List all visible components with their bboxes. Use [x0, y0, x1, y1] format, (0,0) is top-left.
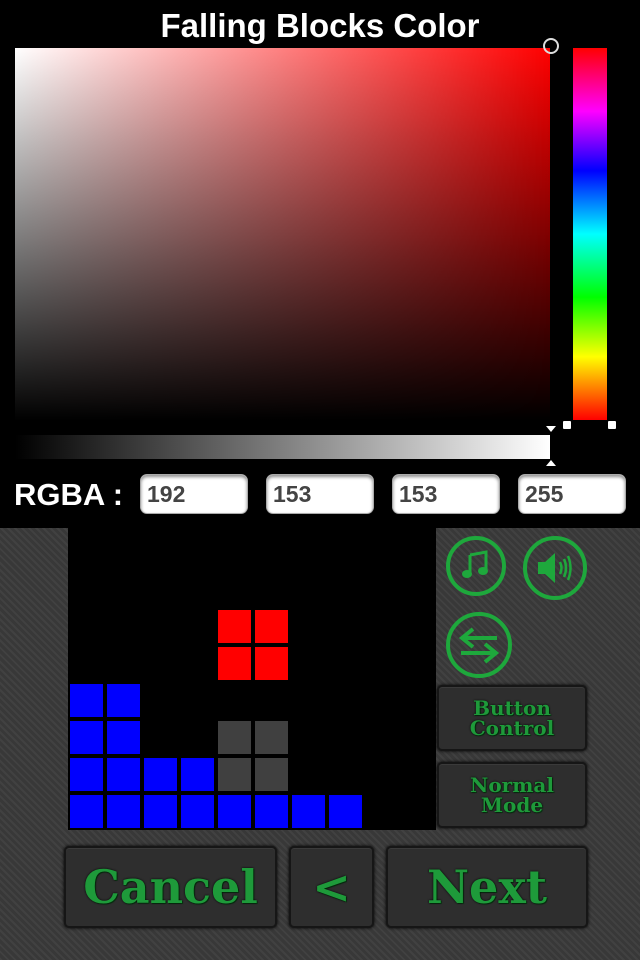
- stack-block: [70, 758, 103, 791]
- button-control-button[interactable]: Button Control: [437, 685, 587, 751]
- ghost-block: [255, 721, 288, 754]
- alpha-slider[interactable]: [15, 435, 550, 459]
- back-button[interactable]: <: [289, 846, 374, 928]
- saturation-value-field[interactable]: [15, 48, 550, 421]
- hue-slider-handle-left[interactable]: [563, 421, 571, 429]
- stack-block: [181, 758, 214, 791]
- ghost-block: [218, 758, 251, 791]
- green-input[interactable]: 153: [266, 474, 374, 514]
- next-button[interactable]: Next: [386, 846, 588, 928]
- game-board-preview: [68, 528, 436, 830]
- swap-arrows-icon: [458, 627, 500, 664]
- hue-slider[interactable]: [573, 48, 607, 420]
- stack-block: [107, 721, 140, 754]
- rgba-label: RGBA :: [14, 477, 124, 512]
- stack-block: [329, 795, 362, 828]
- cancel-button[interactable]: Cancel: [64, 846, 277, 928]
- stack-block: [107, 758, 140, 791]
- hue-slider-handle-right[interactable]: [608, 421, 616, 429]
- stack-block: [107, 795, 140, 828]
- stack-block: [144, 758, 177, 791]
- music-toggle-button[interactable]: [446, 536, 506, 596]
- stack-block: [292, 795, 325, 828]
- red-input[interactable]: 192: [140, 474, 248, 514]
- stack-block: [70, 795, 103, 828]
- alpha-slider-marker-top[interactable]: [546, 426, 556, 432]
- stack-block: [218, 795, 251, 828]
- stack-block: [255, 795, 288, 828]
- swap-controls-button[interactable]: [446, 612, 512, 678]
- stack-block: [70, 684, 103, 717]
- falling-block: [255, 647, 288, 680]
- falling-block: [218, 647, 251, 680]
- color-picker-cursor[interactable]: [543, 38, 559, 54]
- ghost-block: [255, 758, 288, 791]
- mode-label-line1: Normal: [470, 773, 554, 797]
- sound-toggle-button[interactable]: [523, 536, 587, 600]
- normal-mode-button[interactable]: Normal Mode: [437, 762, 587, 828]
- speaker-icon: [538, 553, 572, 583]
- falling-block: [255, 610, 288, 643]
- stack-block: [181, 795, 214, 828]
- button-control-label-line2: Control: [469, 716, 555, 740]
- music-note-icon: [462, 550, 488, 578]
- blue-input[interactable]: 153: [392, 474, 500, 514]
- alpha-input[interactable]: 255: [518, 474, 626, 514]
- stack-block: [144, 795, 177, 828]
- stack-block: [70, 721, 103, 754]
- falling-block: [218, 610, 251, 643]
- stack-block: [107, 684, 140, 717]
- ghost-block: [218, 721, 251, 754]
- button-control-label-line1: Button: [473, 696, 551, 720]
- alpha-slider-marker-bottom[interactable]: [546, 460, 556, 466]
- mode-label-line2: Mode: [480, 793, 544, 817]
